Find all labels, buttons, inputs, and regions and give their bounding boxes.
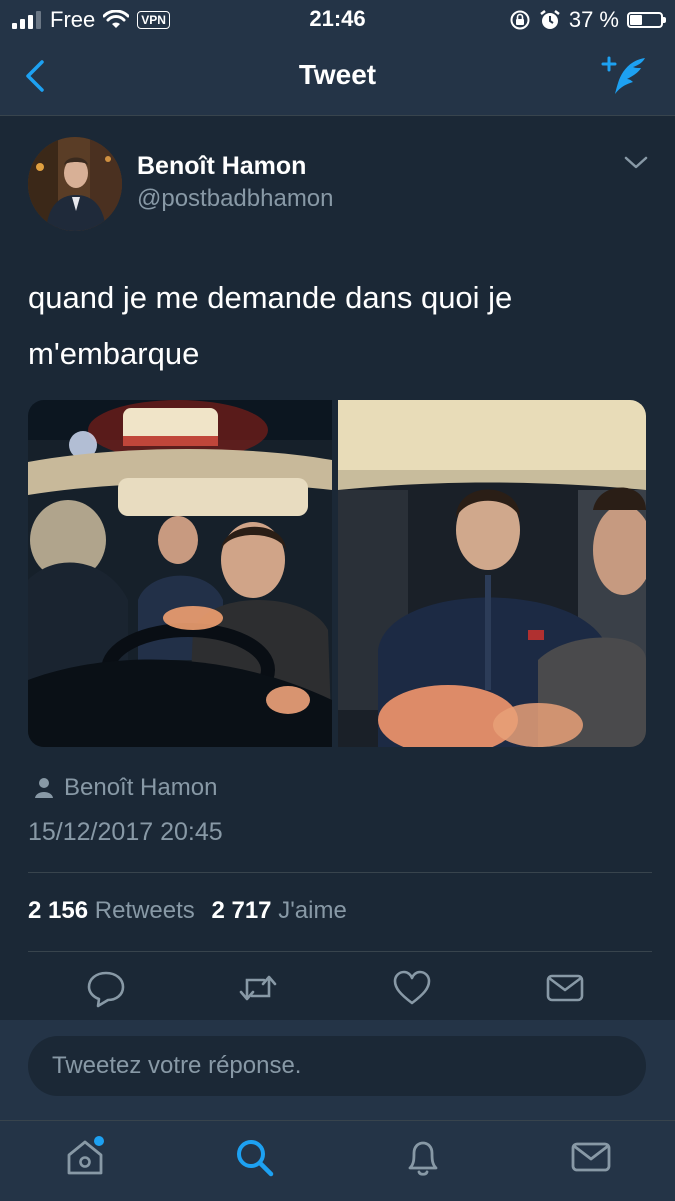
search-icon[interactable]: [232, 1135, 276, 1179]
tweet-actions: [0, 968, 675, 1018]
share-icon[interactable]: [545, 968, 585, 1008]
tweet-text-line: m'embarque: [28, 336, 200, 371]
likes-label[interactable]: J'aime: [278, 897, 347, 924]
nav-bar: Tweet: [0, 40, 675, 116]
tweet-timestamp: 15/12/2017 20:45: [28, 818, 223, 846]
status-bar: Free VPN 21:46 37 %: [0, 0, 675, 40]
reply-input[interactable]: Tweetez votre réponse.: [28, 1036, 646, 1096]
divider: [28, 951, 652, 952]
tweet-photo-mirror[interactable]: [338, 400, 646, 747]
author-name[interactable]: Benoît Hamon: [137, 152, 306, 181]
status-right: 37 %: [509, 7, 666, 33]
divider: [28, 872, 652, 873]
rotation-lock-icon: [510, 10, 530, 30]
source-name: Benoît Hamon: [64, 774, 218, 801]
reply-icon[interactable]: [86, 968, 126, 1008]
alarm-icon: [540, 10, 560, 29]
tweet-source: Benoît Hamon: [34, 774, 217, 802]
tab-bar: [0, 1120, 675, 1201]
messages-icon[interactable]: [569, 1135, 613, 1179]
compose-tweet-icon[interactable]: [601, 54, 649, 98]
tweet-media[interactable]: [28, 400, 646, 747]
avatar-image: [28, 137, 122, 231]
tweet-text: quand je me demande dans quoi je m'embar…: [28, 270, 648, 382]
author-handle[interactable]: @postbadbhamon: [137, 185, 334, 213]
battery-percent: 37 %: [568, 7, 619, 32]
retweet-icon[interactable]: [238, 968, 278, 1008]
battery-icon: [627, 12, 666, 28]
retweets-count[interactable]: 2 156: [28, 897, 88, 924]
retweets-label[interactable]: Retweets: [95, 897, 195, 924]
like-icon[interactable]: [392, 968, 432, 1008]
notifications-icon[interactable]: [401, 1135, 445, 1179]
likes-count[interactable]: 2 717: [211, 897, 271, 924]
tweet-text-line: quand je me demande dans quoi je: [28, 280, 513, 315]
person-icon: [35, 778, 53, 798]
battery-level: [630, 15, 642, 25]
tweet-author[interactable]: Benoît Hamon @postbadbhamon: [28, 137, 648, 232]
avatar[interactable]: [28, 137, 122, 231]
tweet-stats: 2 156 Retweets 2 717 J'aime: [28, 897, 347, 925]
chevron-down-icon[interactable]: [624, 155, 648, 171]
tweet-photo-taxi[interactable]: [28, 400, 332, 747]
reply-bar: Tweetez votre réponse.: [0, 1020, 675, 1120]
page-title: Tweet: [298, 59, 377, 90]
home-icon[interactable]: [63, 1135, 107, 1179]
